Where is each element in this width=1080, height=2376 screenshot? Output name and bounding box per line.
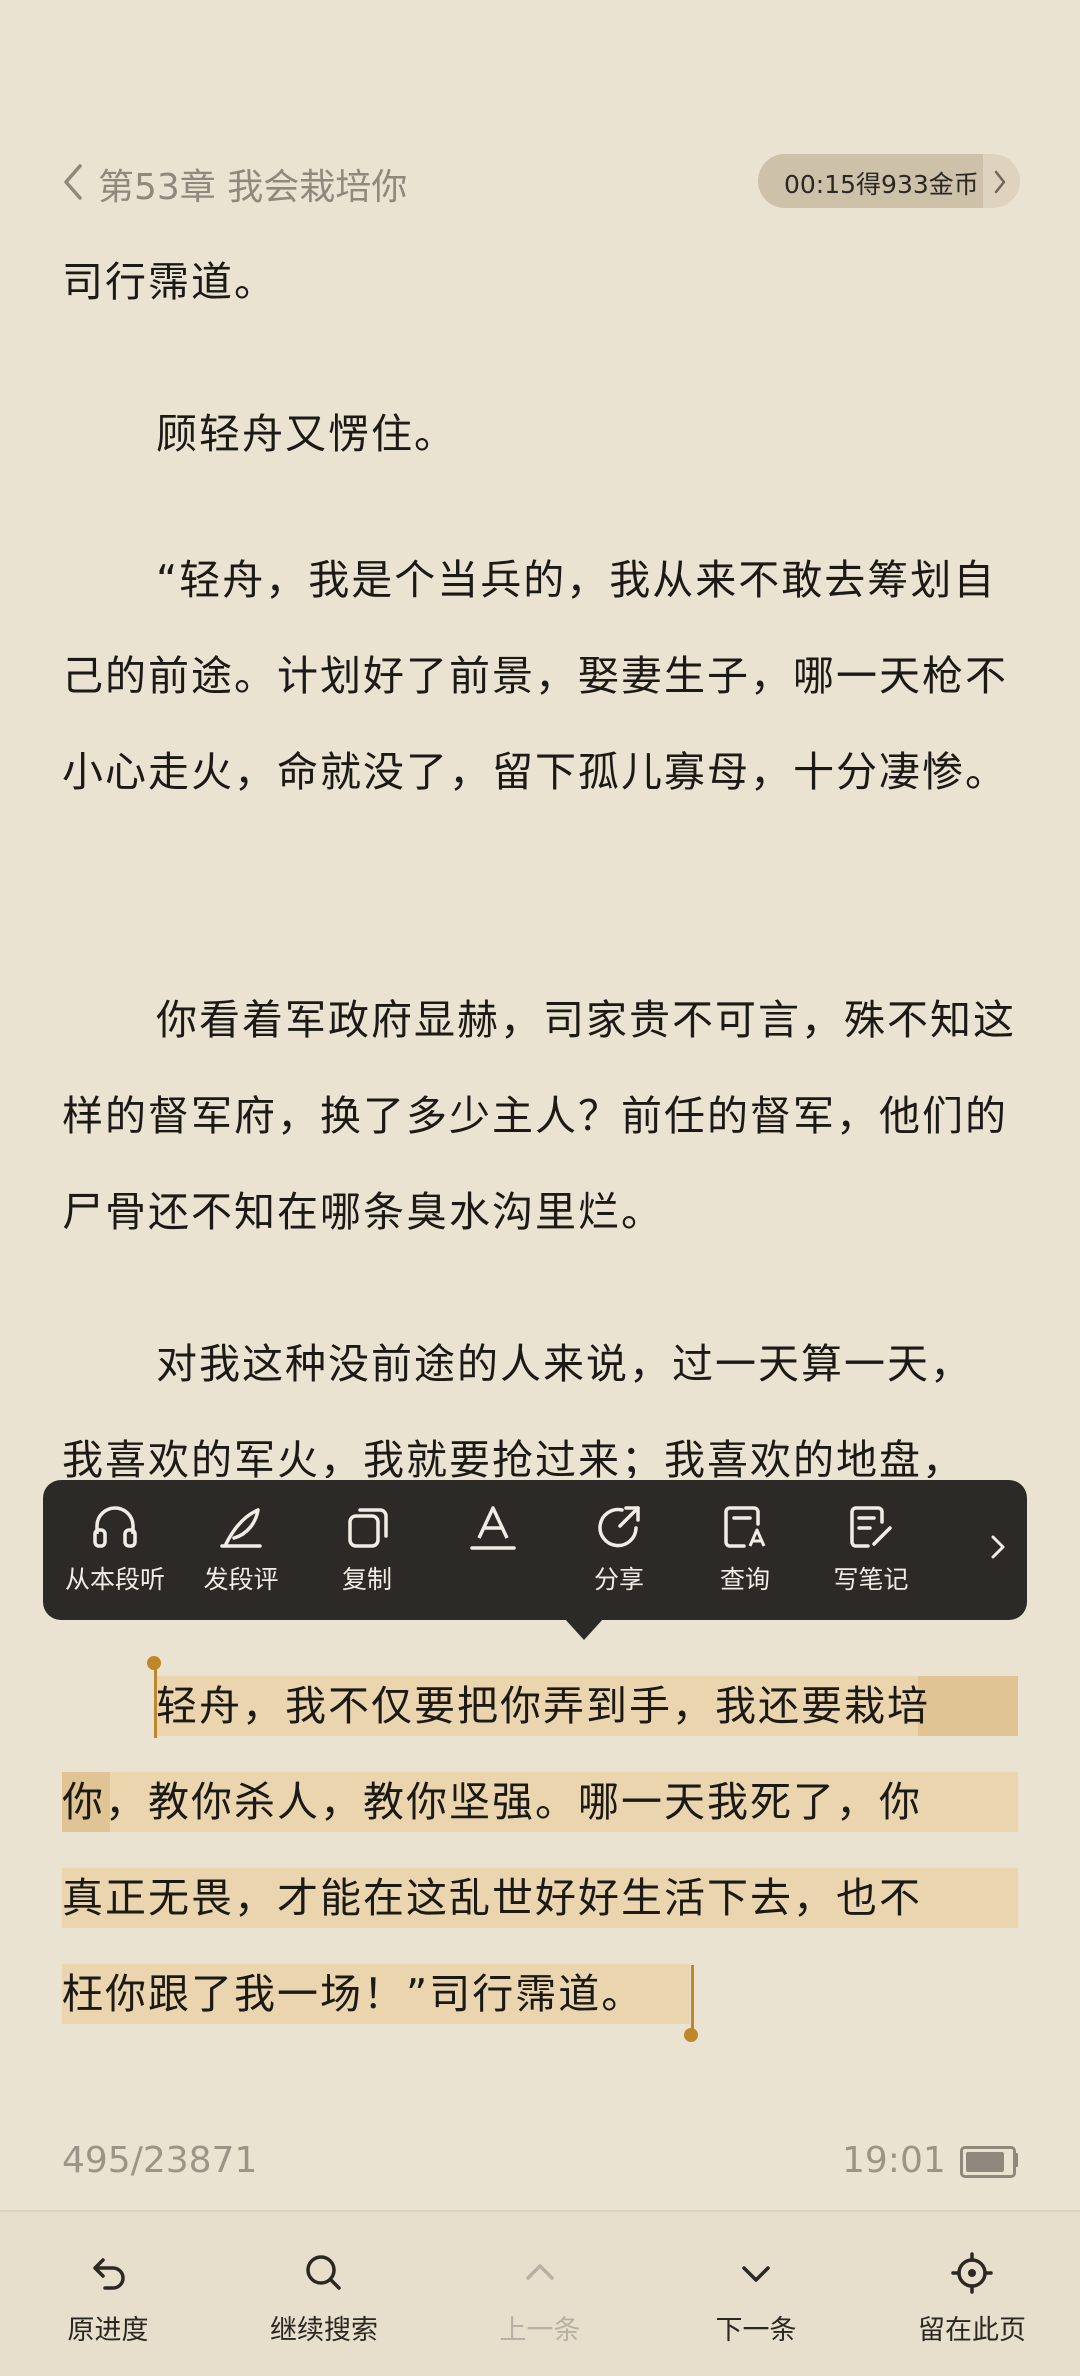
next-result-button[interactable]: 下一条 xyxy=(656,2248,856,2347)
note-icon xyxy=(850,1506,892,1548)
search-icon xyxy=(306,2255,341,2290)
chevron-right-icon[interactable] xyxy=(989,1532,1007,1562)
paragraph-line: 我喜欢的军火，我就要抢过来；我喜欢的地盘， xyxy=(62,1436,965,1478)
copy-icon xyxy=(348,1508,388,1548)
battery-level xyxy=(966,2152,1004,2172)
paragraph: 司行霈道。 xyxy=(62,258,277,306)
copy-button[interactable]: 复制 xyxy=(307,1500,427,1610)
share-button[interactable]: 分享 xyxy=(559,1500,679,1610)
timer-text: 00:15得933金币 xyxy=(784,170,979,199)
lookup-icon xyxy=(724,1506,766,1548)
selection-end-dot[interactable] xyxy=(684,2028,698,2042)
selection-toolbar: 从本段听 发段评 复制 分享 查询 写笔记 xyxy=(43,1480,1027,1620)
selection-end-handle[interactable] xyxy=(691,1965,694,2033)
popup-pointer xyxy=(564,1618,604,1640)
feather-icon xyxy=(220,1508,262,1548)
continue-search-button[interactable]: 继续搜索 xyxy=(224,2248,424,2347)
chevron-down-icon xyxy=(742,2266,770,2282)
back-chevron-icon[interactable] xyxy=(60,162,86,202)
selected-line[interactable]: 你，教你杀人，教你坚强。哪一天我死了，你 xyxy=(62,1754,1020,1850)
reading-progress: 495/23871 xyxy=(62,2140,258,2181)
headphones-icon xyxy=(93,1506,137,1548)
selection-start-dot[interactable] xyxy=(147,1656,161,1670)
chapter-title[interactable]: 第53章 我会栽培你 xyxy=(98,158,407,210)
undo-icon xyxy=(93,2258,125,2290)
share-icon xyxy=(598,1506,640,1548)
stay-on-page-button[interactable]: 留在此页 xyxy=(872,2248,1072,2347)
locate-icon xyxy=(951,2252,993,2294)
battery-icon xyxy=(960,2146,1016,2178)
selected-line[interactable]: 枉你跟了我一场！”司行霈道。 xyxy=(62,1946,1020,2042)
selected-line[interactable]: 轻舟，我不仅要把你弄到手，我还要栽培 xyxy=(62,1658,1020,1754)
selected-line[interactable]: 真正无畏，才能在这乱世好好生活下去，也不 xyxy=(62,1850,1020,1946)
paragraph-comment-button[interactable]: 发段评 xyxy=(181,1500,301,1610)
reader-header: 第53章 我会栽培你 00:15得933金币 xyxy=(60,150,1020,216)
selection-start-handle[interactable] xyxy=(154,1662,157,1738)
paragraph: 顾轻舟又愣住。 xyxy=(156,410,457,458)
search-navigation-bar: 原进度 继续搜索 上一条 下一条 留在此页 xyxy=(0,2210,1080,2376)
underline-button[interactable] xyxy=(433,1500,553,1610)
write-note-button[interactable]: 写笔记 xyxy=(811,1500,931,1610)
paragraph: 你看着军政府显赫，司家贵不可言，殊不知这样的督军府，换了多少主人？前任的督军，他… xyxy=(62,996,1016,1236)
chevron-right-icon xyxy=(994,170,1006,194)
lookup-button[interactable]: 查询 xyxy=(685,1500,805,1610)
battery-tip xyxy=(1014,2153,1018,2167)
clock: 19:01 xyxy=(842,2140,946,2181)
original-progress-button[interactable]: 原进度 xyxy=(8,2248,208,2347)
chevron-up-icon xyxy=(526,2264,554,2280)
reading-reward-timer[interactable]: 00:15得933金币 xyxy=(758,154,1020,208)
listen-from-paragraph-button[interactable]: 从本段听 xyxy=(55,1500,175,1610)
paragraph: “轻舟，我是个当兵的，我从来不敢去筹划自己的前途。计划好了前景，娶妻生子，哪一天… xyxy=(62,556,1008,796)
paragraph-line: 对我这种没前途的人来说，过一天算一天， xyxy=(156,1340,973,1388)
previous-result-button[interactable]: 上一条 xyxy=(440,2248,640,2347)
text-underline-icon xyxy=(470,1506,516,1550)
